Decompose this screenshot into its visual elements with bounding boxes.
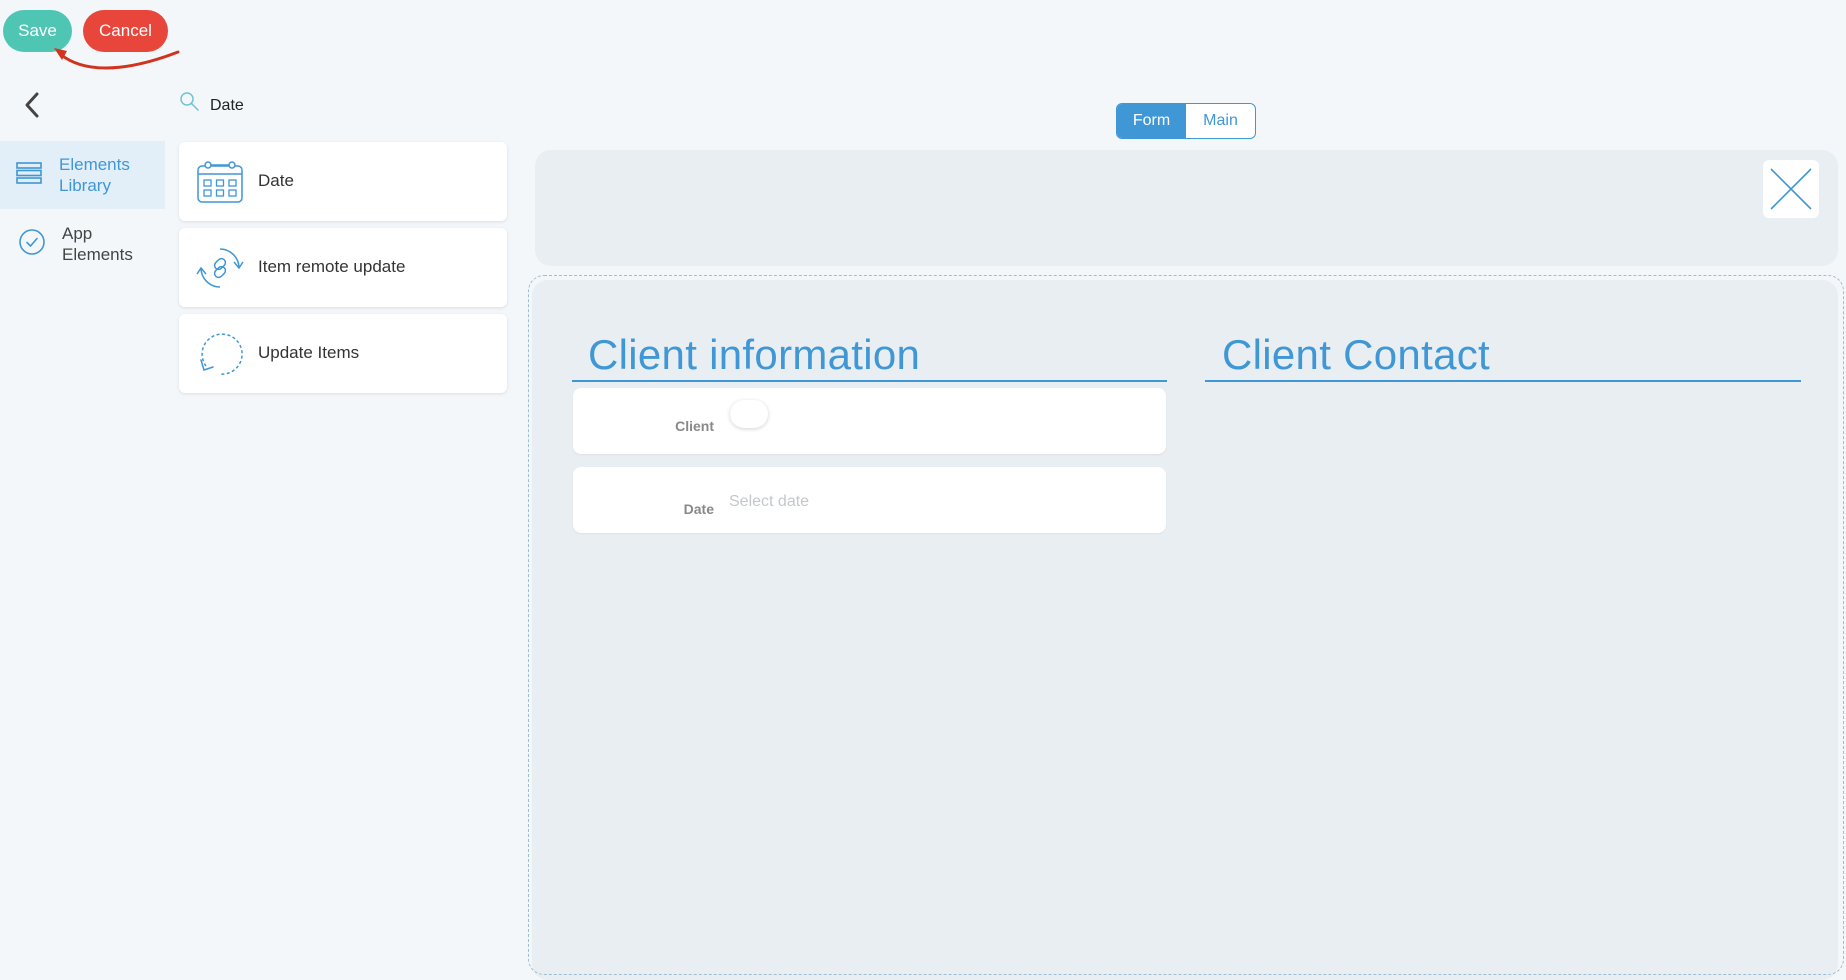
annotation-arrow-icon — [54, 48, 180, 70]
element-card-update-items[interactable]: Update Items — [179, 314, 507, 393]
field-client[interactable]: Client — [573, 388, 1166, 454]
section-title-client-information: Client information — [588, 331, 921, 378]
element-card-label: Update Items — [258, 343, 360, 362]
form-header-panel — [535, 150, 1838, 266]
sidebar-item-label: App Elements — [62, 224, 133, 264]
sidebar-item-app-elements[interactable]: App Elements — [0, 210, 165, 278]
close-icon — [1770, 168, 1812, 210]
element-card-date[interactable]: Date — [179, 142, 507, 221]
section-title-client-contact: Client Contact — [1222, 331, 1490, 378]
tab-form[interactable]: Form — [1117, 104, 1186, 138]
element-card-label: Item remote update — [258, 257, 406, 276]
layers-icon — [16, 161, 42, 190]
tab-main[interactable]: Main — [1186, 104, 1255, 138]
section-divider — [1205, 380, 1801, 382]
search-input[interactable]: Date — [210, 97, 244, 115]
date-field[interactable] — [729, 493, 1129, 511]
link-refresh-icon — [196, 244, 244, 292]
section-divider — [572, 380, 1167, 382]
chevron-left-icon — [25, 92, 39, 118]
field-label: Date — [683, 501, 714, 517]
element-card-label: Date — [258, 171, 294, 190]
close-button[interactable] — [1763, 160, 1819, 218]
refresh-icon — [196, 330, 244, 378]
field-label: Client — [675, 418, 714, 434]
element-card-item-remote-update[interactable]: Item remote update — [179, 228, 507, 307]
calendar-icon — [196, 158, 244, 206]
sidebar-item-elements-library[interactable]: Elements Library — [0, 141, 165, 209]
field-date[interactable]: Date — [573, 467, 1166, 533]
back-button[interactable] — [20, 90, 46, 120]
client-toggle[interactable] — [730, 400, 768, 428]
check-circle-icon — [18, 228, 46, 261]
search-icon[interactable] — [179, 91, 201, 118]
view-toggle[interactable]: Form Main — [1116, 103, 1256, 139]
sidebar-item-label: Elements Library — [59, 155, 130, 195]
